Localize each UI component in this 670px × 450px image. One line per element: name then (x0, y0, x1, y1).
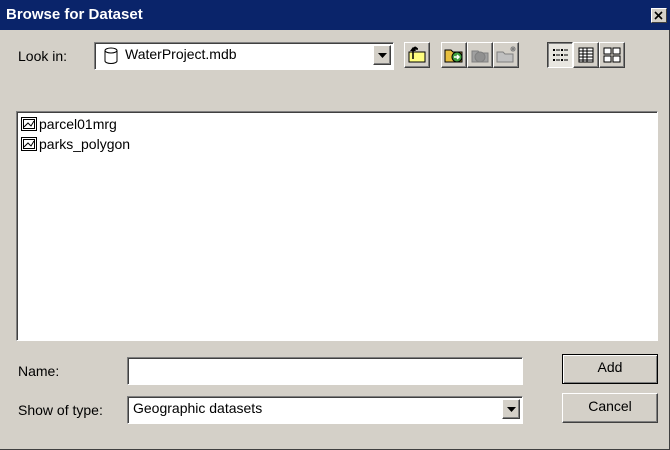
close-button[interactable] (651, 8, 667, 23)
name-label: Name: (18, 363, 60, 379)
list-view-button[interactable] (547, 42, 573, 68)
new-folder-button[interactable] (493, 42, 519, 68)
show-of-type-label: Show of type: (18, 402, 103, 418)
database-icon (104, 47, 118, 64)
file-list[interactable]: parcel01mrg parks_polygon (16, 111, 658, 341)
add-button[interactable]: Add (562, 354, 658, 384)
cancel-button-label: Cancel (588, 398, 632, 414)
title-bar[interactable]: Browse for Dataset (0, 0, 670, 30)
details-view-icon (578, 47, 594, 63)
look-in-label: Look in: (18, 48, 68, 64)
chevron-down-icon (507, 407, 516, 412)
look-in-dropdown-button[interactable] (373, 45, 391, 65)
up-one-level-button[interactable] (404, 42, 430, 68)
disconnect-folder-button[interactable] (467, 42, 493, 68)
chevron-down-icon (378, 53, 387, 58)
new-folder-icon (496, 46, 516, 63)
file-name: parcel01mrg (39, 116, 117, 132)
add-button-label: Add (597, 359, 623, 375)
list-view-icon (553, 49, 568, 61)
disconnect-folder-icon (471, 50, 489, 63)
details-view-button[interactable] (573, 42, 599, 68)
look-in-value: WaterProject.mdb (125, 46, 237, 62)
type-dropdown-button[interactable] (502, 399, 520, 419)
browse-for-dataset-dialog: Browse for Dataset Look in: WaterProject… (0, 0, 670, 450)
look-in-combobox[interactable]: WaterProject.mdb (94, 42, 394, 70)
type-select[interactable]: Geographic datasets (127, 396, 523, 424)
name-input[interactable] (127, 357, 523, 385)
up-one-level-icon (408, 46, 426, 63)
thumbnails-view-button[interactable] (599, 42, 625, 68)
window-title: Browse for Dataset (6, 6, 143, 23)
thumbnails-view-icon (603, 47, 621, 63)
connect-folder-button[interactable] (441, 42, 467, 68)
feature-class-icon (21, 137, 37, 151)
file-name: parks_polygon (39, 136, 131, 152)
connect-folder-icon (444, 49, 463, 63)
cancel-button[interactable]: Cancel (562, 393, 658, 423)
close-icon (654, 11, 663, 20)
type-select-value: Geographic datasets (133, 400, 263, 416)
feature-class-icon (21, 117, 37, 131)
